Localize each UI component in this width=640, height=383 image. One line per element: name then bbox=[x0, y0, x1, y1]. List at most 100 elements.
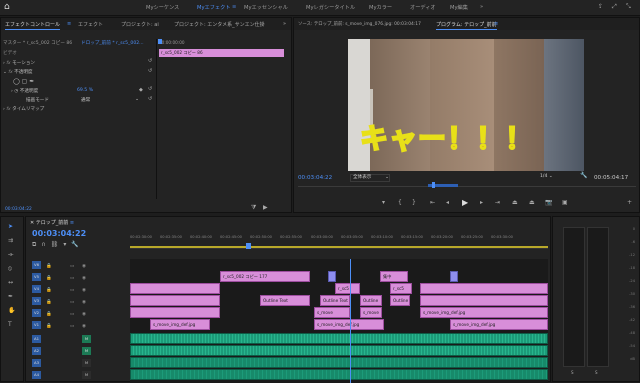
clip-v3-outline-3[interactable]: Outline bbox=[360, 295, 382, 306]
clip-v3-outline-2[interactable]: Outline Text bbox=[320, 295, 350, 306]
eye-icon[interactable]: ◉ bbox=[82, 285, 86, 297]
mute-a2[interactable]: M bbox=[82, 347, 91, 355]
track-target-v2[interactable]: V2 bbox=[32, 309, 41, 317]
chevron-right-icon[interactable]: › bbox=[11, 89, 13, 94]
reset-icon[interactable]: ↺ bbox=[148, 58, 152, 64]
tab-project-entame[interactable]: プロジェクト: エンタメ系_サンエン仕掛 bbox=[174, 21, 265, 28]
effect-controls-timecode[interactable]: 00:03:04:22 bbox=[5, 207, 32, 212]
effect-mini-timeline[interactable]: 00:00:00:00 r_sc5_002 コピー 86 bbox=[156, 39, 290, 199]
hand-tool-icon[interactable]: ✋ bbox=[8, 307, 15, 314]
program-timecode[interactable]: 00:03:04:22 bbox=[298, 175, 332, 181]
mini-timeline-clip[interactable]: r_sc5_002 コピー 86 bbox=[159, 49, 284, 57]
mark-out-icon[interactable]: } bbox=[412, 199, 416, 206]
workspace-tab-legacy-title[interactable]: Myレガシータイトル bbox=[306, 4, 355, 11]
eye-icon[interactable]: ◉ bbox=[82, 309, 86, 321]
add-marker-icon[interactable]: ▾ bbox=[382, 199, 385, 206]
mute-a3[interactable]: M bbox=[82, 359, 91, 367]
clip-v2-move-2[interactable]: s_move bbox=[360, 307, 382, 318]
tab-source[interactable]: ソース: テロップ_前前: s_move_img_076.jpg: 00:03:… bbox=[298, 21, 421, 27]
type-tool-icon[interactable]: T bbox=[8, 321, 12, 328]
clip-v2-move-1[interactable]: s_move bbox=[314, 307, 350, 318]
reset-icon[interactable]: ↺ bbox=[148, 68, 152, 74]
timeline-menu-icon[interactable]: ≡ bbox=[70, 220, 74, 226]
workspace-overflow-icon[interactable]: » bbox=[480, 4, 483, 10]
clip-v5-main[interactable]: r_sc5_002 コピー 177 bbox=[220, 271, 310, 282]
clip-v4-long[interactable] bbox=[420, 283, 548, 294]
mute-a1[interactable]: M bbox=[82, 335, 91, 343]
sync-lock-icon[interactable]: ▭ bbox=[70, 321, 74, 333]
opacity-effect-row[interactable]: ⌄ fx 不透明度 bbox=[3, 69, 33, 75]
audio-clip-a4[interactable] bbox=[130, 369, 548, 380]
clip-v5-small[interactable] bbox=[328, 271, 336, 282]
clip-v3-base[interactable] bbox=[130, 295, 220, 306]
tab-project-ai[interactable]: プロジェクト: ai bbox=[121, 21, 159, 28]
solo-right[interactable]: S bbox=[595, 370, 598, 375]
selection-tool-icon[interactable]: ➤ bbox=[8, 223, 13, 230]
go-to-in-icon[interactable]: ⇤ bbox=[430, 199, 435, 206]
settings-wrench-icon[interactable]: 🔧 bbox=[71, 241, 83, 248]
sync-lock-icon[interactable]: ▭ bbox=[70, 285, 74, 297]
track-target-a3[interactable]: A3 bbox=[32, 359, 41, 367]
track-target-v4[interactable]: V4 bbox=[32, 285, 41, 293]
ripple-edit-icon[interactable]: ⟛ bbox=[8, 251, 13, 259]
step-back-icon[interactable]: ◂ bbox=[446, 199, 449, 206]
lock-icon[interactable]: 🔒 bbox=[46, 273, 52, 285]
timeline-tab[interactable]: ✕ テロップ_前前 ≡ bbox=[30, 219, 74, 226]
sync-lock-icon[interactable]: ▭ bbox=[70, 297, 74, 309]
clip-v5-concentrate[interactable]: 集中 bbox=[380, 271, 408, 282]
clip-v2-base[interactable] bbox=[130, 307, 220, 318]
audio-clip-a1[interactable] bbox=[130, 333, 548, 344]
quality-select[interactable]: 1/4 ⌄ bbox=[540, 174, 568, 182]
pen-mask-icon[interactable]: ✒ bbox=[29, 78, 34, 85]
tab-program[interactable]: プログラム: テロップ_前前 bbox=[436, 21, 497, 30]
play-only-audio-icon[interactable]: ▶ bbox=[263, 204, 268, 211]
stopwatch-icon[interactable]: ◷ bbox=[14, 89, 18, 94]
snap-icon[interactable]: ∩ bbox=[41, 241, 50, 248]
lift-icon[interactable]: ⏏ bbox=[512, 199, 518, 206]
work-area-bar[interactable] bbox=[130, 246, 548, 248]
track-target-a4[interactable]: A4 bbox=[32, 371, 41, 379]
workspace-tab-essential[interactable]: Myエッセンシャル bbox=[244, 4, 288, 11]
fullscreen-icon[interactable]: ⤡ bbox=[626, 3, 631, 11]
track-target-v1[interactable]: V1 bbox=[32, 321, 41, 329]
motion-effect-row[interactable]: › fx モーション bbox=[3, 60, 35, 66]
eye-icon[interactable]: ◉ bbox=[82, 321, 86, 333]
track-target-a2[interactable]: A2 bbox=[32, 347, 41, 355]
track-target-v5[interactable]: V5 bbox=[32, 273, 41, 281]
program-menu-icon[interactable]: ≡ bbox=[494, 21, 498, 27]
filter-icon[interactable]: ⧩ bbox=[251, 204, 256, 212]
clip-v4-base[interactable] bbox=[130, 283, 220, 294]
tab-effects[interactable]: エフェクト bbox=[78, 21, 103, 28]
time-remap-row[interactable]: › fx タイムリマップ bbox=[3, 106, 44, 112]
chevron-right-icon[interactable]: › bbox=[3, 61, 5, 66]
clip-v3-long[interactable] bbox=[420, 295, 548, 306]
extract-icon[interactable]: ⏏ bbox=[529, 199, 535, 206]
mini-playhead[interactable] bbox=[158, 39, 162, 44]
sequence-clip-label[interactable]: ドロップ_前前 * r_sc5_002... bbox=[81, 40, 144, 46]
lock-icon[interactable]: 🔒 bbox=[46, 261, 52, 273]
lock-icon[interactable]: 🔒 bbox=[46, 321, 52, 333]
sync-lock-icon[interactable]: ▭ bbox=[70, 309, 74, 321]
program-playhead[interactable] bbox=[432, 182, 435, 188]
rectangle-mask-icon[interactable]: ▢ bbox=[22, 78, 28, 85]
nest-icon[interactable]: ⧉ bbox=[32, 241, 41, 248]
pen-tool-icon[interactable]: ✒ bbox=[8, 293, 13, 300]
timeline-playhead-handle[interactable] bbox=[246, 243, 251, 249]
comparison-view-icon[interactable]: ▣ bbox=[562, 199, 568, 206]
reset-icon[interactable]: ↺ bbox=[148, 96, 152, 102]
lock-icon[interactable]: 🔒 bbox=[46, 309, 52, 321]
home-icon[interactable]: ⌂ bbox=[4, 2, 10, 12]
audio-clip-a2[interactable] bbox=[130, 345, 548, 356]
eye-icon[interactable]: ◉ bbox=[82, 261, 86, 273]
wrench-icon[interactable]: 🔧 bbox=[580, 172, 587, 179]
timeline-playhead[interactable] bbox=[350, 259, 351, 383]
track-target-a1[interactable]: A1 bbox=[32, 335, 41, 343]
export-frame-icon[interactable]: 📷 bbox=[545, 199, 552, 206]
panel-overflow-icon[interactable]: » bbox=[283, 21, 286, 27]
clip-v3-outline-4[interactable]: Outline bbox=[390, 295, 410, 306]
tab-effect-controls[interactable]: エフェクトコントロール bbox=[5, 21, 61, 30]
linked-selection-icon[interactable]: ⛓ bbox=[51, 241, 64, 248]
workspace-tab-color[interactable]: Myカラー bbox=[369, 4, 392, 11]
clip-v3-outline-1[interactable]: Outline Text bbox=[260, 295, 310, 306]
close-icon[interactable]: ✕ bbox=[30, 220, 34, 226]
